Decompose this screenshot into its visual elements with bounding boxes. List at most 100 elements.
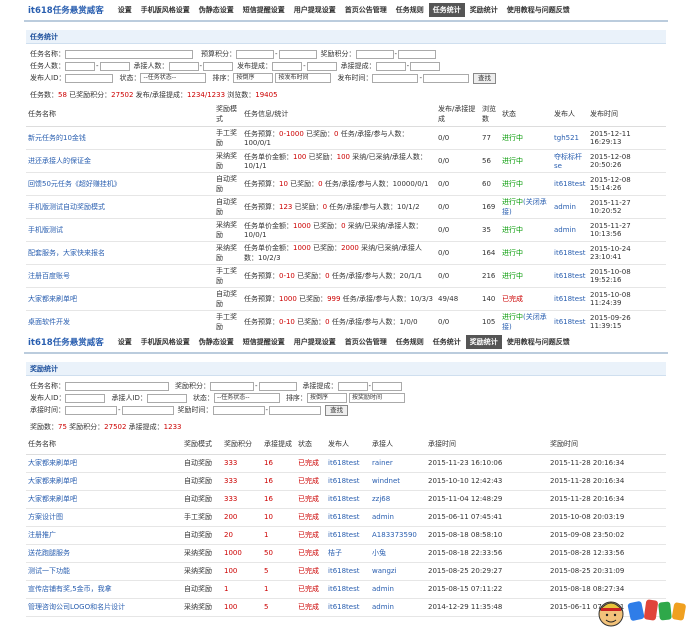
publisher-link[interactable]: it618test bbox=[554, 180, 586, 188]
publisher-link[interactable]: it618test bbox=[328, 585, 360, 593]
nav-mobile-style[interactable]: 手机版风格设置 bbox=[137, 335, 194, 349]
pubtime-from-input[interactable] bbox=[372, 73, 419, 83]
publisher-link[interactable]: it618test bbox=[328, 459, 360, 467]
accepter-link[interactable]: rainer bbox=[372, 459, 393, 467]
nav-withdraw[interactable]: 用户提现设置 bbox=[290, 3, 340, 17]
publisher-link[interactable]: it618test bbox=[328, 531, 360, 539]
publisher-link[interactable]: it618test bbox=[328, 567, 360, 575]
publisher-link[interactable]: 桔子 bbox=[328, 549, 342, 557]
nav-reward-stats[interactable]: 奖励统计 bbox=[466, 3, 502, 17]
nav-mobile-style[interactable]: 手机版风格设置 bbox=[137, 3, 194, 17]
task-name-link[interactable]: 管理咨询公司LOGO和名片设计 bbox=[28, 603, 125, 611]
task-name-link[interactable]: 配套服务，大家快来报名 bbox=[28, 249, 105, 257]
acccash-max-input[interactable] bbox=[410, 61, 441, 71]
count-min-input[interactable] bbox=[65, 61, 95, 71]
publisher-link[interactable]: it618test bbox=[328, 513, 360, 521]
task-name-link[interactable]: 回馈50元任务《超好赚挂机》 bbox=[28, 180, 121, 188]
sort-order-select[interactable]: 按倒序 bbox=[233, 73, 274, 83]
publisher-link[interactable]: it618test bbox=[554, 249, 586, 257]
pubtime-to-input[interactable] bbox=[423, 73, 469, 83]
nav-rules[interactable]: 任务规则 bbox=[392, 3, 428, 17]
publisher-link[interactable]: it618test bbox=[554, 272, 586, 280]
nav-sms[interactable]: 短信提醒设置 bbox=[239, 335, 289, 349]
task-name-link[interactable]: 宣传店铺有奖,5金币，我拿 bbox=[28, 585, 112, 593]
nav-reward-stats[interactable]: 奖励统计 bbox=[465, 335, 502, 349]
sort-order-select[interactable]: 按倒序 bbox=[306, 393, 347, 403]
task-name-link[interactable]: 注册百度账号 bbox=[28, 272, 70, 280]
task-name-link[interactable]: 新元任务的10金钱 bbox=[28, 134, 86, 142]
nav-help[interactable]: 使用教程与问题反馈 bbox=[503, 335, 574, 349]
accepter-link[interactable]: A183373590 bbox=[372, 531, 417, 539]
nav-help[interactable]: 使用教程与问题反馈 bbox=[503, 3, 574, 17]
publisher-link[interactable]: it618test bbox=[328, 495, 360, 503]
task-name-link[interactable]: 大家都来刷单吧 bbox=[28, 477, 77, 485]
task-name-link[interactable]: 进还承接人的保证金 bbox=[28, 157, 91, 165]
nav-rewrite[interactable]: 伪静态设置 bbox=[195, 3, 238, 17]
sort-field-select[interactable]: 按发布时间 bbox=[275, 73, 332, 83]
acctime-from-input[interactable] bbox=[65, 405, 117, 415]
task-name-link[interactable]: 手机版测试 bbox=[28, 226, 63, 234]
acccash-max-input[interactable] bbox=[372, 381, 403, 391]
accepter-max-input[interactable] bbox=[203, 61, 234, 71]
accepter-link[interactable]: zzj68 bbox=[372, 495, 390, 503]
publisher-link[interactable]: admin bbox=[554, 226, 576, 234]
task-name-link[interactable]: 手机版测试自动奖励模式 bbox=[28, 203, 105, 211]
accepter-link[interactable]: admin bbox=[372, 603, 394, 611]
acccash-min-input[interactable] bbox=[337, 381, 368, 391]
accepter-link[interactable]: admin bbox=[372, 585, 394, 593]
publisher-link[interactable]: admin bbox=[554, 203, 576, 211]
accepter-link[interactable]: windnet bbox=[372, 477, 400, 485]
publisher-link[interactable]: tgh521 bbox=[554, 134, 579, 142]
publisher-link[interactable]: it618test bbox=[328, 477, 360, 485]
nav-settings[interactable]: 设置 bbox=[114, 3, 136, 17]
publisher-link[interactable]: 夺标标杆se bbox=[554, 153, 582, 170]
acctime-to-input[interactable] bbox=[121, 405, 174, 415]
budget-min-input[interactable] bbox=[236, 49, 274, 59]
accepter-min-input[interactable] bbox=[168, 61, 199, 71]
reward-max-input[interactable] bbox=[398, 49, 437, 59]
budget-max-input[interactable] bbox=[278, 49, 317, 59]
count-max-input[interactable] bbox=[99, 61, 130, 71]
task-name-link[interactable]: 大家都来刷单吧 bbox=[28, 459, 77, 467]
task-name-link[interactable]: 注册推广 bbox=[28, 531, 56, 539]
reward-min-input[interactable] bbox=[355, 49, 394, 59]
pub-id-input[interactable] bbox=[65, 73, 114, 83]
accepter-link[interactable]: wangzi bbox=[372, 567, 397, 575]
task-name-input[interactable] bbox=[65, 49, 193, 59]
task-name-link[interactable]: 送花跑腿服务 bbox=[28, 549, 70, 557]
rewtime-from-input[interactable] bbox=[212, 405, 265, 415]
nav-rewrite[interactable]: 伪静态设置 bbox=[195, 335, 238, 349]
task-name-link[interactable]: 测试一下功能 bbox=[28, 567, 70, 575]
publisher-link[interactable]: it618test bbox=[328, 603, 360, 611]
pub-id-input[interactable] bbox=[65, 393, 106, 403]
reward-max-input[interactable] bbox=[258, 381, 297, 391]
acc-id-input[interactable] bbox=[146, 393, 187, 403]
task-name-input[interactable] bbox=[65, 381, 169, 391]
publisher-link[interactable]: it618test bbox=[554, 295, 586, 303]
search-button[interactable]: 查找 bbox=[325, 404, 349, 416]
search-button[interactable]: 查找 bbox=[473, 72, 496, 84]
rewtime-to-input[interactable] bbox=[269, 405, 322, 415]
nav-settings[interactable]: 设置 bbox=[114, 335, 136, 349]
sort-field-select[interactable]: 按奖励时间 bbox=[348, 393, 405, 403]
accepter-link[interactable]: 小兔 bbox=[372, 549, 386, 557]
nav-sms[interactable]: 短信提醒设置 bbox=[239, 3, 289, 17]
reward-min-input[interactable] bbox=[210, 381, 254, 391]
acccash-min-input[interactable] bbox=[375, 61, 406, 71]
nav-task-stats[interactable]: 任务统计 bbox=[429, 335, 465, 349]
pubcash-min-input[interactable] bbox=[272, 61, 303, 71]
nav-withdraw[interactable]: 用户提现设置 bbox=[290, 335, 340, 349]
task-name-link[interactable]: 大家都来刷单吧 bbox=[28, 495, 77, 503]
nav-task-stats[interactable]: 任务统计 bbox=[428, 3, 465, 17]
status-select[interactable]: --任务状态-- bbox=[140, 73, 207, 83]
nav-notice[interactable]: 首页公告管理 bbox=[341, 335, 391, 349]
nav-notice[interactable]: 首页公告管理 bbox=[341, 3, 391, 17]
pubcash-max-input[interactable] bbox=[306, 61, 337, 71]
task-name-link[interactable]: 大家都来刷单吧 bbox=[28, 295, 77, 303]
accepter-link[interactable]: admin bbox=[372, 513, 394, 521]
publisher-link[interactable]: it618test bbox=[554, 318, 586, 326]
nav-rules[interactable]: 任务规则 bbox=[392, 335, 428, 349]
task-name-link[interactable]: 方案设计图 bbox=[28, 513, 63, 521]
status-select[interactable]: --任务状态-- bbox=[213, 393, 280, 403]
task-name-link[interactable]: 桌面软件开发 bbox=[28, 318, 70, 326]
